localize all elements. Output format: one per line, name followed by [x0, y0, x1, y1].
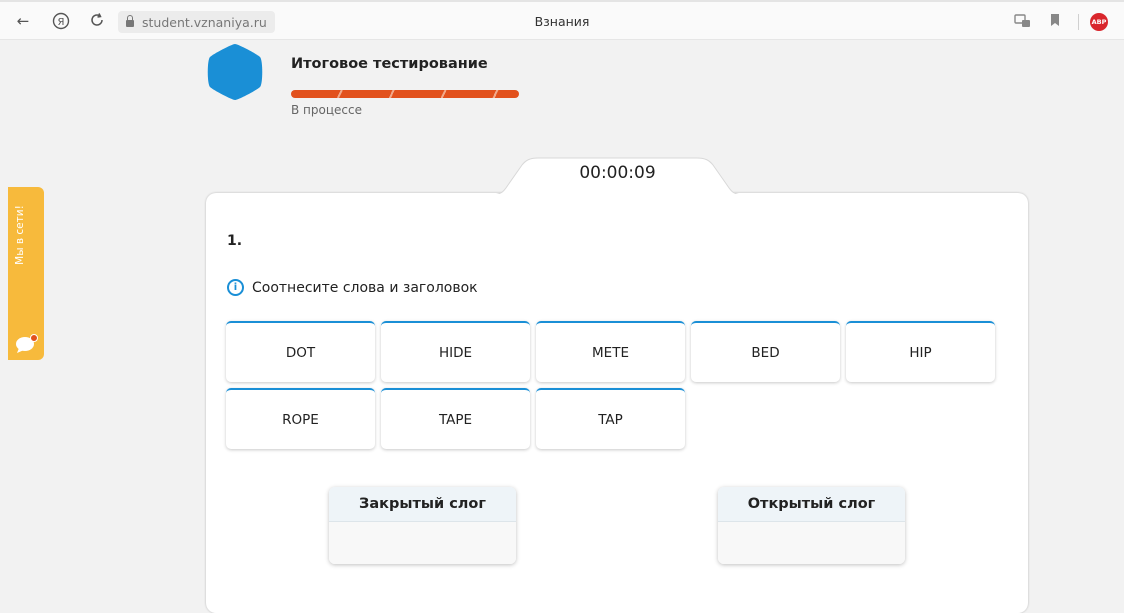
- timer: 00:00:09: [579, 163, 656, 183]
- drop-zone-area[interactable]: [718, 522, 905, 564]
- word-tile[interactable]: HIP: [846, 321, 995, 382]
- password-key-icon[interactable]: [1013, 12, 1033, 30]
- question-hint: i Соотнесите слова и заголовок: [227, 279, 478, 296]
- chat-bubble-icon[interactable]: [14, 334, 38, 354]
- closed-syllable-drop-zone[interactable]: Закрытый слог: [329, 487, 516, 564]
- test-status: В процессе: [291, 103, 362, 117]
- word-tile[interactable]: BED: [691, 321, 840, 382]
- drop-zone-area[interactable]: [329, 522, 516, 564]
- chat-widget-label[interactable]: Мы в сети!: [10, 175, 30, 295]
- browser-toolbar: ← Я student.vznaniya.ru Взнания ABP: [0, 0, 1124, 40]
- word-tile[interactable]: TAP: [536, 388, 685, 449]
- toolbar-separator: [1078, 14, 1079, 30]
- word-tile[interactable]: HIDE: [381, 321, 530, 382]
- word-tile[interactable]: TAPE: [381, 388, 530, 449]
- hint-text: Соотнесите слова и заголовок: [252, 279, 478, 296]
- word-tile[interactable]: METE: [536, 321, 685, 382]
- bookmark-icon[interactable]: [1048, 12, 1062, 30]
- test-progress-bar: [291, 90, 519, 98]
- word-tile[interactable]: ROPE: [226, 388, 375, 449]
- word-tile[interactable]: DOT: [226, 321, 375, 382]
- test-title: Итоговое тестирование: [291, 56, 488, 72]
- question-number: 1.: [227, 233, 243, 249]
- adblock-icon[interactable]: ABP: [1090, 13, 1108, 31]
- tab-title: Взнания: [534, 14, 590, 29]
- test-logo-icon: [207, 44, 263, 100]
- test-progress-fill: [291, 90, 519, 98]
- drop-zone-title: Открытый слог: [718, 487, 905, 522]
- drop-zone-title: Закрытый слог: [329, 487, 516, 522]
- open-syllable-drop-zone[interactable]: Открытый слог: [718, 487, 905, 564]
- info-icon: i: [227, 279, 244, 296]
